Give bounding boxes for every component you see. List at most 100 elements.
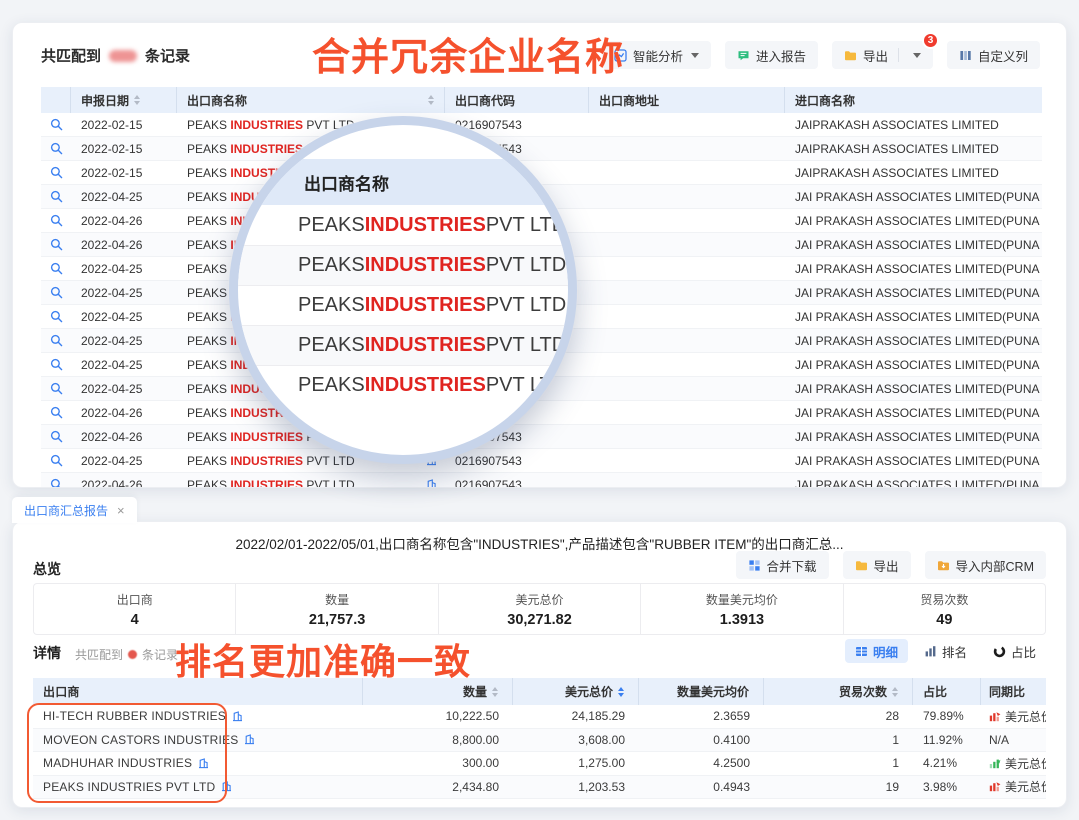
exporter-summary-row[interactable]: MADHUHAR INDUSTRIES300.001,275.004.25001… — [33, 752, 1046, 776]
importer-name-cell: JAI PRAKASH ASSOCIATES LIMITED(PUNA — [785, 214, 1042, 228]
search-icon[interactable] — [50, 214, 63, 227]
export-button[interactable]: 导出 3 — [832, 41, 933, 69]
enter-report-button[interactable]: 进入报告 — [725, 41, 818, 69]
exporter-cell: MOVEON CASTORS INDUSTRIES — [33, 733, 363, 747]
search-icon[interactable] — [50, 166, 63, 179]
divider — [898, 48, 899, 62]
search-icon[interactable] — [50, 310, 63, 323]
magnified-exporter-name: PEAKS INDUSTRIES PVT LTD — [238, 325, 568, 365]
importer-name-cell: JAI PRAKASH ASSOCIATES LIMITED(PUNA — [785, 310, 1042, 324]
trade-count-cell: 1 — [764, 733, 913, 747]
company-icon[interactable] — [221, 781, 232, 792]
declare-date-cell: 2022-02-15 — [71, 166, 177, 180]
yoy-metric: 美元总价 — [1005, 755, 1046, 772]
search-icon[interactable] — [50, 238, 63, 251]
quantity-cell: 2,434.80 — [363, 780, 513, 794]
company-icon[interactable] — [426, 479, 437, 487]
detail-table-body: HI-TECH RUBBER INDUSTRIES10,222.5024,185… — [33, 705, 1046, 799]
view-detail-button[interactable]: 明细 — [845, 639, 908, 663]
merge-download-button[interactable]: 合并下载 — [736, 551, 829, 579]
declare-date-cell: 2022-04-25 — [71, 286, 177, 300]
exporter-cell: HI-TECH RUBBER INDUSTRIES — [33, 709, 363, 723]
declare-date-cell: 2022-04-25 — [71, 262, 177, 276]
summary-toolbar: 合并下载 导出 导入内部CRM — [736, 551, 1047, 579]
search-icon[interactable] — [50, 430, 63, 443]
importer-name-cell: JAIPRAKASH ASSOCIATES LIMITED — [785, 142, 1042, 156]
view-share-button[interactable]: 占比 — [983, 639, 1046, 663]
exporter-summary-row[interactable]: MOVEON CASTORS INDUSTRIES8,800.003,608.0… — [33, 729, 1046, 753]
record-row[interactable]: 2022-04-26PEAKS INDUSTRIES PVT LTD021690… — [41, 401, 1042, 425]
overview-label: 总览 — [33, 559, 61, 579]
col-importer-name: 进口商名称 — [785, 87, 1042, 113]
magnifier-overlay: 出口商名称 PEAKS INDUSTRIES PVT LTDPEAKS INDU… — [229, 116, 577, 464]
import-crm-button[interactable]: 导入内部CRM — [925, 551, 1046, 579]
merge-download-label: 合并下载 — [767, 556, 817, 575]
report-title: 2022/02/01-2022/05/01,出口商名称包含"INDUSTRIES… — [13, 533, 1066, 553]
magnified-exporter-name: PEAKS INDUSTRIES PVT LTD — [238, 245, 568, 285]
trade-count-cell: 19 — [764, 780, 913, 794]
share-cell: 79.89% — [913, 709, 981, 723]
sort-icon[interactable] — [492, 687, 498, 697]
col-usd-total[interactable]: 美元总价 — [513, 678, 639, 705]
export-report-label: 导出 — [874, 556, 899, 575]
sort-icon[interactable] — [618, 687, 624, 697]
search-icon[interactable] — [50, 286, 63, 299]
exporter-summary-row[interactable]: HI-TECH RUBBER INDUSTRIES10,222.5024,185… — [33, 705, 1046, 729]
stat-value: 21,757.3 — [236, 612, 437, 628]
export-report-button[interactable]: 导出 — [843, 551, 911, 579]
tab-exporter-summary-report[interactable]: 出口商汇总报告 × — [12, 497, 137, 523]
search-icon[interactable] — [50, 262, 63, 275]
annotation-ranking-accurate: 排名更加准确一致 — [175, 633, 471, 685]
view-ranking-button[interactable]: 排名 — [914, 639, 977, 663]
importer-name-cell: JAI PRAKASH ASSOCIATES LIMITED(PUNA — [785, 430, 1042, 444]
record-row[interactable]: 2022-04-26PEAKS INDUSTRIES PVT LTD021690… — [41, 425, 1042, 449]
search-icon[interactable] — [50, 382, 63, 395]
custom-columns-button[interactable]: 自定义列 — [947, 41, 1040, 69]
magnified-exporter-name: PEAKS INDUSTRIES PVT LTD — [238, 285, 568, 325]
sort-icon[interactable] — [134, 95, 140, 105]
col-exporter-name[interactable]: 出口商名称 — [177, 87, 445, 113]
stat-label: 美元总价 — [439, 591, 640, 608]
yoy-cell: 美元总价 — [981, 755, 1046, 772]
declare-date-cell: 2022-04-25 — [71, 382, 177, 396]
search-icon[interactable] — [50, 118, 63, 131]
import-crm-label: 导入内部CRM — [956, 556, 1034, 575]
record-row[interactable]: 2022-02-15PEAKS INDUSTRIES PVT LTD021690… — [41, 113, 1042, 137]
record-row[interactable]: 2022-04-26PEAKS INDUSTRIES PVT LTD021690… — [41, 473, 1042, 487]
col-declare-date[interactable]: 申报日期 — [71, 87, 177, 113]
company-icon[interactable] — [244, 734, 255, 745]
record-row[interactable]: 2022-02-15PEAKS INDUSTRIES PVT LTD021690… — [41, 161, 1042, 185]
share-cell: 11.92% — [913, 733, 981, 747]
importer-name-cell: JAIPRAKASH ASSOCIATES LIMITED — [785, 166, 1042, 180]
col-yoy: 同期比 — [981, 678, 1046, 705]
sort-icon[interactable] — [428, 95, 434, 105]
company-icon[interactable] — [198, 758, 209, 769]
chevron-down-icon — [913, 53, 921, 58]
search-icon[interactable] — [50, 190, 63, 203]
search-icon[interactable] — [50, 454, 63, 467]
col-exporter-code: 出口商代码 — [445, 87, 589, 113]
export-folder-icon — [844, 49, 857, 62]
declare-date-cell: 2022-04-25 — [71, 310, 177, 324]
match-count-suffix: 条记录 — [145, 45, 190, 66]
search-icon[interactable] — [50, 358, 63, 371]
exporter-cell: MADHUHAR INDUSTRIES — [33, 756, 363, 770]
trend-up-icon — [989, 758, 1001, 769]
search-icon[interactable] — [50, 406, 63, 419]
summary-stat: 贸易次数49 — [844, 584, 1045, 634]
record-row[interactable]: 2022-04-25PEAKS INDUSTRIES PVT LTD021690… — [41, 449, 1042, 473]
search-icon[interactable] — [50, 478, 63, 487]
close-icon[interactable]: × — [117, 503, 125, 518]
stat-label: 数量 — [236, 591, 437, 608]
tab-label: 出口商汇总报告 — [24, 502, 108, 519]
col-trade-count[interactable]: 贸易次数 — [764, 678, 913, 705]
search-icon[interactable] — [50, 334, 63, 347]
record-row[interactable]: 2022-02-15PEAKS INDUSTRIES PVT LTD021690… — [41, 137, 1042, 161]
exporter-summary-row[interactable]: PEAKS INDUSTRIES PVT LTD2,434.801,203.53… — [33, 776, 1046, 800]
records-toolbar: 智能分析 进入报告 导出 3 自定义列 — [602, 41, 1040, 69]
sort-icon[interactable] — [892, 687, 898, 697]
search-icon[interactable] — [50, 142, 63, 155]
company-icon[interactable] — [232, 711, 243, 722]
usd-total-cell: 24,185.29 — [513, 709, 639, 723]
importer-name-cell: JAI PRAKASH ASSOCIATES LIMITED(PUNA — [785, 190, 1042, 204]
